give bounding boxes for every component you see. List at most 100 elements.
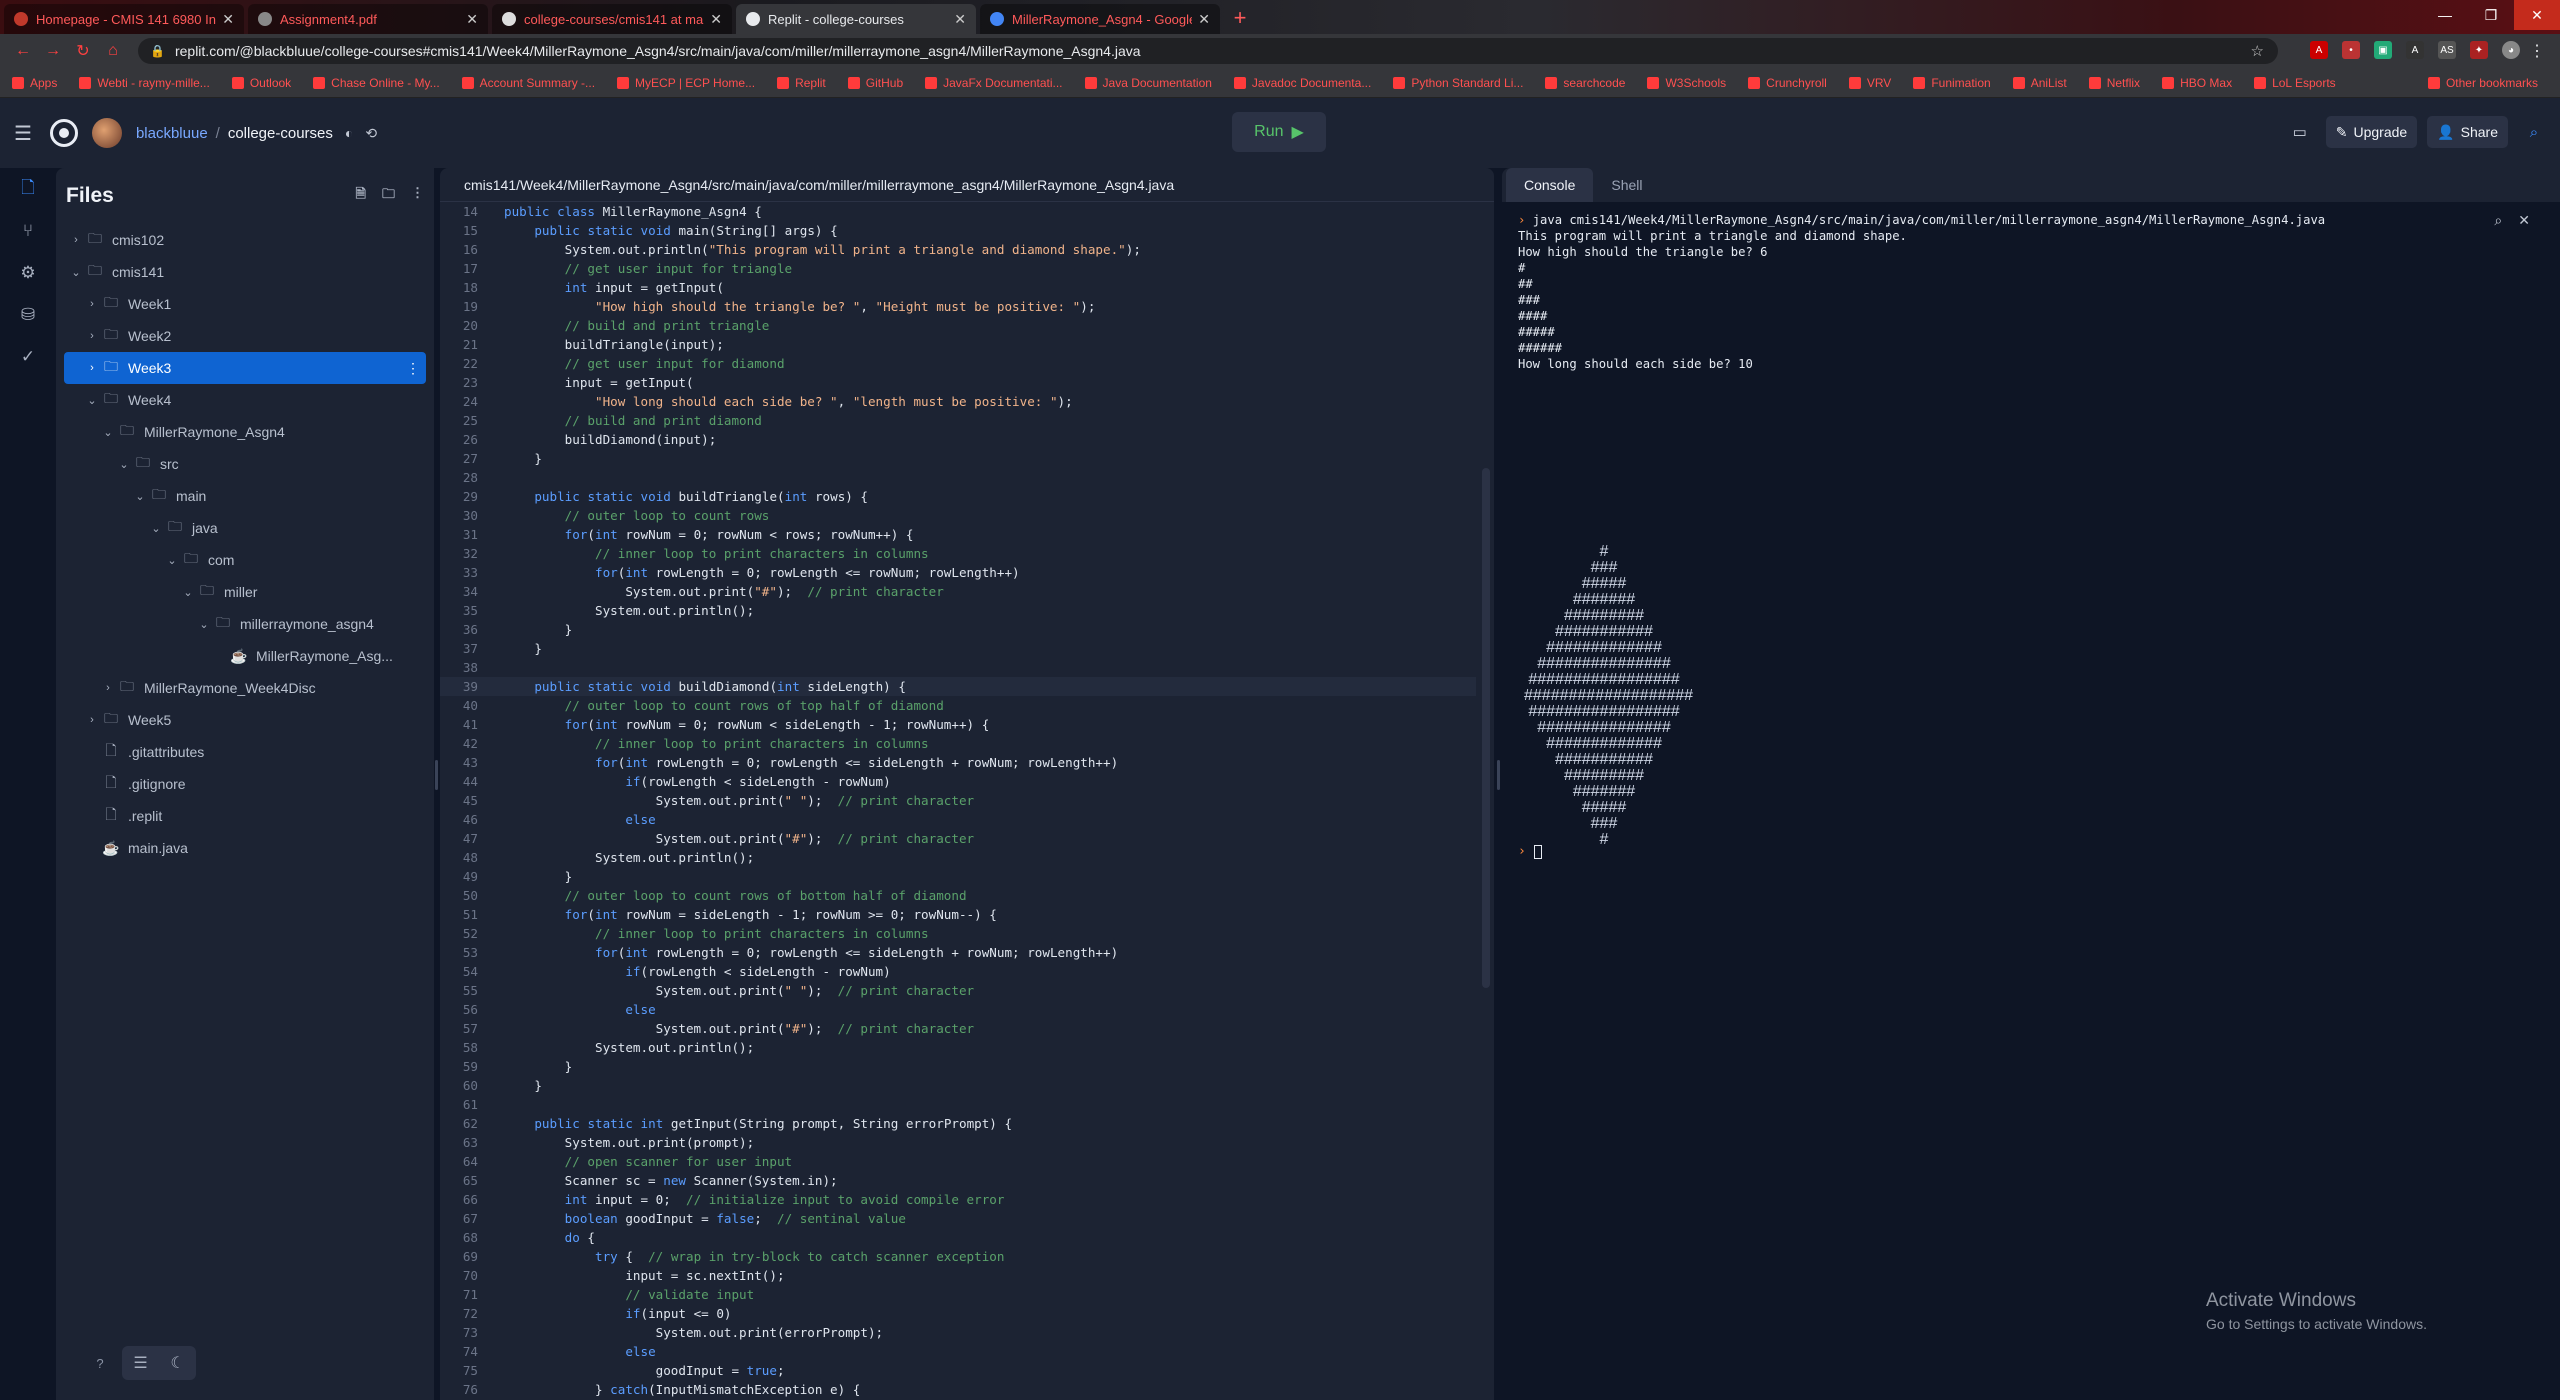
extension-icon[interactable]: • <box>2342 41 2360 59</box>
profile-avatar-icon[interactable]: ◕ <box>2502 41 2520 59</box>
extension-icon[interactable]: ▣ <box>2374 41 2392 59</box>
upgrade-button[interactable]: ✎ Upgrade <box>2325 116 2418 148</box>
browser-tab[interactable]: MillerRaymone_Asgn4 - Google ✕ <box>980 4 1220 34</box>
tab-shell[interactable]: Shell <box>1593 168 1660 202</box>
file-tree-item[interactable]: ⌄ 🗀 miller <box>64 576 426 608</box>
file-tree-item[interactable]: › 🗀 Week1 <box>64 288 426 320</box>
bookmark-item[interactable]: W3Schools <box>1647 76 1726 90</box>
file-tree-item[interactable]: 🗋 .gitignore <box>64 768 426 800</box>
version-control-icon[interactable]: ⑂ <box>0 210 56 252</box>
bookmark-item[interactable]: AniList <box>2012 76 2067 90</box>
bookmark-item[interactable]: searchcode <box>1545 76 1625 90</box>
file-tree-item[interactable]: ⌄ 🗀 src <box>64 448 426 480</box>
checkmark-icon[interactable]: ✓ <box>0 336 56 378</box>
bookmark-item[interactable]: Outlook <box>231 76 291 90</box>
dark-mode-icon[interactable]: ◐ <box>345 125 353 141</box>
reload-icon[interactable]: ↻ <box>68 41 98 61</box>
file-tree-item[interactable]: ⌄ 🗀 com <box>64 544 426 576</box>
bookmark-item[interactable]: Java Documentation <box>1084 76 1212 90</box>
browser-menu-icon[interactable]: ⋮ <box>2522 41 2552 61</box>
database-icon[interactable]: ⛁ <box>0 294 56 336</box>
file-tree-item[interactable]: ☕ MillerRaymone_Asg... <box>64 640 426 672</box>
avatar[interactable] <box>91 118 122 148</box>
file-tree-item[interactable]: ⌄ 🗀 Week4 <box>64 384 426 416</box>
close-tab-icon[interactable]: ✕ <box>466 11 478 28</box>
file-tree-item[interactable]: 🗋 .replit <box>64 800 426 832</box>
username-link[interactable]: blackbluue <box>136 125 208 142</box>
run-button[interactable]: Run ▶ <box>1232 112 1326 152</box>
extension-icon[interactable]: A <box>2406 41 2424 59</box>
home-icon[interactable]: ⌂ <box>98 42 128 60</box>
hamburger-menu-icon[interactable]: ☰ <box>14 121 32 146</box>
console-prompt[interactable]: › <box>1518 844 1542 859</box>
bookmark-item[interactable]: LoL Esports <box>2254 76 2336 90</box>
share-button[interactable]: 👤 Share <box>2427 116 2508 148</box>
new-folder-icon[interactable]: 🗀 <box>382 185 395 207</box>
history-icon[interactable]: ⟲ <box>365 125 377 142</box>
forward-icon[interactable]: → <box>38 42 68 60</box>
more-options-icon[interactable]: ⋮ <box>406 360 420 377</box>
panel-resize-handle[interactable] <box>435 760 438 790</box>
file-tree-item[interactable]: ⌄ 🗀 MillerRaymone_Asgn4 <box>64 416 426 448</box>
browser-tab[interactable]: Homepage - CMIS 141 6980 Intr... ✕ <box>4 4 244 34</box>
file-tree-item[interactable]: › 🗀 Week3 ⋮ <box>64 352 426 384</box>
settings-gear-icon[interactable]: ⚙ <box>0 252 56 294</box>
tab-console[interactable]: Console <box>1506 168 1594 202</box>
file-tree-item[interactable]: 🗋 .gitattributes <box>64 736 426 768</box>
more-options-icon[interactable]: ⋮ <box>411 185 424 207</box>
puzzle-extension-icon[interactable]: ✦ <box>2470 41 2488 59</box>
browser-tab[interactable]: Assignment4.pdf ✕ <box>248 4 488 34</box>
bookmark-item[interactable]: VRV <box>1848 76 1891 90</box>
bookmark-item[interactable]: Apps <box>12 76 57 90</box>
help-icon[interactable]: ? <box>88 1351 112 1375</box>
file-tree-item[interactable]: ⌄ 🗀 cmis141 <box>64 256 426 288</box>
file-tree-item[interactable]: › 🗀 Week5 <box>64 704 426 736</box>
bookmark-star-icon[interactable]: ☆ <box>2251 42 2264 60</box>
bookmark-item[interactable]: HBO Max <box>2162 76 2232 90</box>
close-tab-icon[interactable]: ✕ <box>222 11 234 28</box>
close-tab-icon[interactable]: ✕ <box>954 11 966 28</box>
bookmark-item[interactable]: MyECP | ECP Home... <box>617 76 755 90</box>
maximize-icon[interactable]: ❐ <box>2468 0 2514 30</box>
bookmark-item[interactable]: Crunchyroll <box>1748 76 1827 90</box>
bookmark-item[interactable]: Chase Online - My... <box>313 76 440 90</box>
close-window-icon[interactable]: ✕ <box>2514 0 2560 30</box>
bookmark-item[interactable]: Funimation <box>1913 76 1991 90</box>
search-icon[interactable]: ⌕ <box>2494 212 2502 229</box>
files-icon[interactable]: 🗋 <box>0 168 56 210</box>
new-tab-button[interactable]: + <box>1226 4 1254 32</box>
adblock-extension-icon[interactable]: A <box>2310 41 2328 59</box>
new-file-icon[interactable]: 🗎 <box>356 185 366 207</box>
minimize-icon[interactable]: — <box>2422 0 2468 30</box>
bookmark-item[interactable]: GitHub <box>847 76 903 90</box>
extension-icon[interactable]: AS <box>2438 41 2456 59</box>
close-tab-icon[interactable]: ✕ <box>1198 11 1210 28</box>
url-field[interactable]: 🔒 replit.com/@blackbluue/college-courses… <box>138 38 2278 64</box>
editor-scrollbar[interactable] <box>1482 468 1490 988</box>
bookmark-item[interactable]: Javadoc Documenta... <box>1233 76 1371 90</box>
chat-icon[interactable]: ▭ <box>2284 116 2316 148</box>
browser-tab[interactable]: college-courses/cmis141 at main ✕ <box>492 4 732 34</box>
bookmark-item[interactable]: JavaFx Documentati... <box>925 76 1063 90</box>
theme-toggle[interactable]: ☰ ☾ <box>122 1346 196 1380</box>
bookmark-item[interactable]: Netflix <box>2088 76 2140 90</box>
close-tab-icon[interactable]: ✕ <box>710 11 722 28</box>
file-tree-item[interactable]: › 🗀 MillerRaymone_Week4Disc <box>64 672 426 704</box>
bookmark-item[interactable]: Other bookmarks <box>2427 76 2538 90</box>
bookmark-item[interactable]: Account Summary -... <box>461 76 595 90</box>
file-tree-item[interactable]: › 🗀 cmis102 <box>64 224 426 256</box>
replit-logo[interactable] <box>49 119 78 147</box>
close-icon[interactable]: ✕ <box>2518 212 2530 229</box>
file-tree-item[interactable]: ⌄ 🗀 java <box>64 512 426 544</box>
search-icon[interactable]: ⌕ <box>2518 116 2550 148</box>
browser-tab[interactable]: Replit - college-courses ✕ <box>736 4 976 34</box>
panel-resize-handle[interactable] <box>1497 760 1500 790</box>
back-icon[interactable]: ← <box>8 42 38 60</box>
bookmark-item[interactable]: Replit <box>777 76 826 90</box>
project-name[interactable]: college-courses <box>228 125 333 142</box>
file-tree-item[interactable]: ☕ main.java <box>64 832 426 864</box>
code-area[interactable]: 14 public class MillerRaymone_Asgn4 {15 p… <box>440 202 1476 1400</box>
file-tree-item[interactable]: ⌄ 🗀 millerraymone_asgn4 <box>64 608 426 640</box>
file-tree-item[interactable]: › 🗀 Week2 <box>64 320 426 352</box>
file-tree-item[interactable]: ⌄ 🗀 main <box>64 480 426 512</box>
